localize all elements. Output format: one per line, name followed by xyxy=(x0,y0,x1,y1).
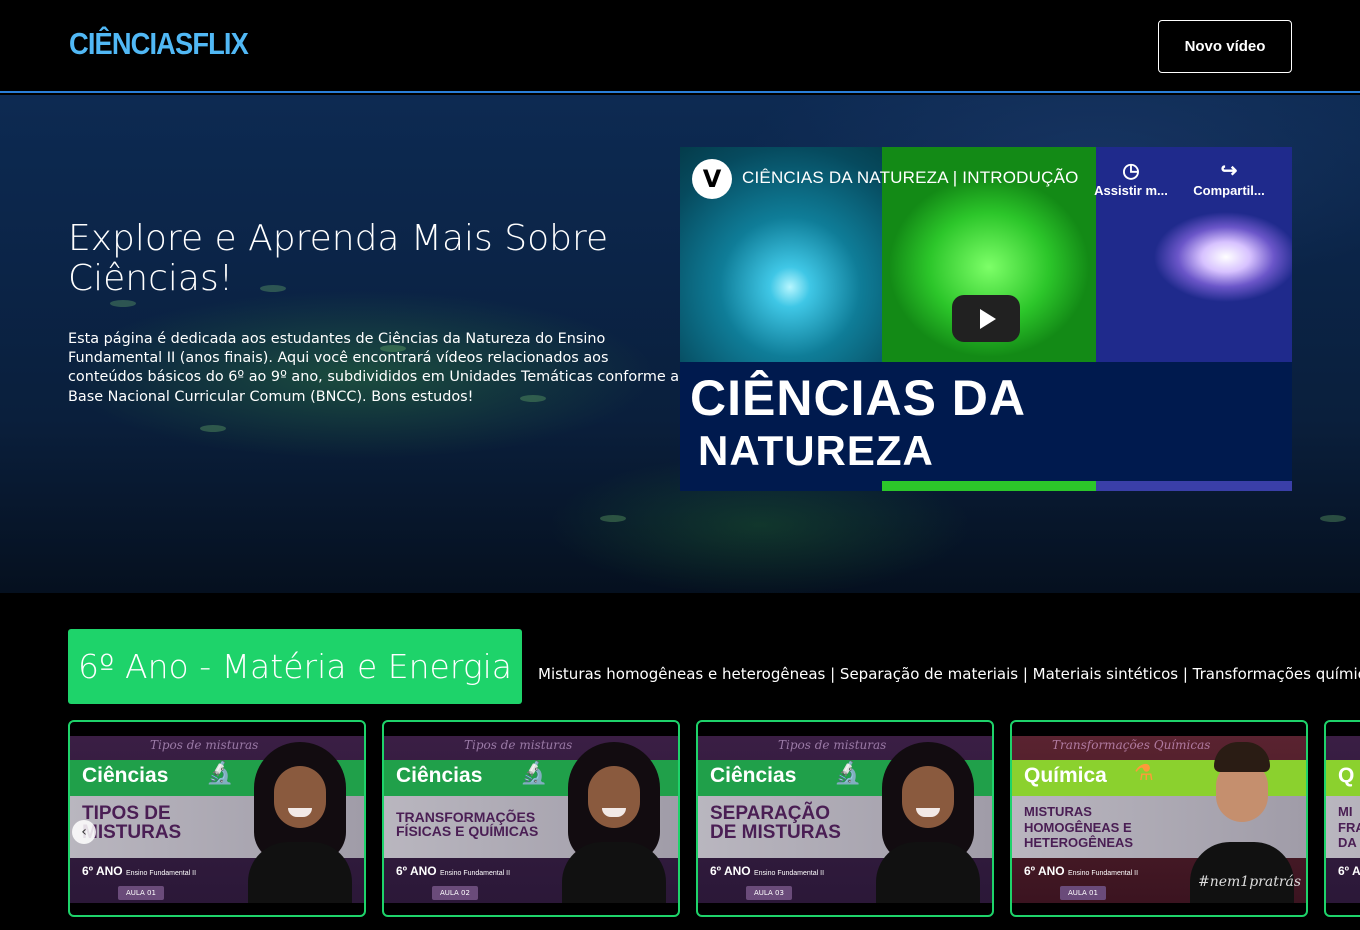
clock-icon: ◷ xyxy=(1122,160,1140,182)
channel-logo[interactable]: V xyxy=(692,159,732,199)
video-card[interactable]: Tipos de misturas Ciências 🔬 SEPARAÇÃO D… xyxy=(696,720,994,917)
teacher-body xyxy=(562,842,666,903)
grade-label: 6º ANO Ensino Fundamental II xyxy=(396,864,510,878)
topic-line: TRANSFORMAÇÕES xyxy=(396,809,536,825)
topic-label: TRANSFORMAÇÕES FÍSICAS E QUÍMICAS xyxy=(396,810,576,838)
video-card[interactable]: Tipos de misturas Ciências 🔬 TRANSFORMAÇ… xyxy=(382,720,680,917)
video-card[interactable]: Tipos de misturas Ciências 🔬 TIPOS DE MI… xyxy=(68,720,366,917)
lesson-badge: AULA 02 xyxy=(432,886,478,900)
video-strip xyxy=(1096,481,1292,491)
grade-text: 6º ANO xyxy=(82,864,123,878)
lesson-badge: AULA 01 xyxy=(1060,886,1106,900)
subject-label: Q xyxy=(1338,764,1355,787)
share-button[interactable]: ↪ Compartil... xyxy=(1190,159,1268,198)
play-icon xyxy=(980,308,996,329)
background-fish xyxy=(1320,515,1346,522)
hashtag-label: #nem1pratrás xyxy=(1198,874,1302,890)
topic-label: TIPOS DE MISTURAS xyxy=(82,804,262,842)
teacher-body xyxy=(876,842,980,903)
watch-later-label: Assistir m... xyxy=(1094,183,1168,198)
new-video-button[interactable]: Novo vídeo xyxy=(1158,20,1292,73)
share-icon: ↪ xyxy=(1220,160,1238,182)
thumbnail-header: Transformações Químicas xyxy=(1052,738,1211,752)
background-fish xyxy=(200,425,226,432)
topic-line: HOMOGÊNEAS E xyxy=(1024,819,1132,835)
video-thumbnail: Tipos de misturas Ciências 🔬 TIPOS DE MI… xyxy=(70,736,364,903)
teacher-face xyxy=(902,766,954,828)
video-strip xyxy=(882,481,1096,491)
topic-label: MI FRA DA xyxy=(1338,804,1360,851)
topic-line: MI xyxy=(1338,804,1353,819)
video-card[interactable]: Transformações Químicas Química ⚗ MISTUR… xyxy=(1010,720,1308,917)
topic-label: SEPARAÇÃO DE MISTURAS xyxy=(710,804,890,842)
topic-line: MISTURAS xyxy=(82,822,182,843)
grade-label: 6º ANO Ensino Fundamental II xyxy=(1024,864,1138,878)
topic-line: FRA xyxy=(1338,819,1360,835)
teacher-face xyxy=(588,766,640,828)
grade-text: 6º ANO xyxy=(396,864,437,878)
teacher-photo xyxy=(876,742,980,903)
level-text: Ensino Fundamental II xyxy=(125,870,197,877)
hero-description: Esta página é dedicada aos estudantes de… xyxy=(68,331,680,405)
carousel-prev-arrow[interactable]: ‹ xyxy=(72,820,96,844)
topic-line: SEPARAÇÃO xyxy=(710,803,830,824)
thumbnail-header: Tipos de misturas xyxy=(464,738,573,752)
background-fish xyxy=(600,515,626,522)
subject-label: Ciências xyxy=(710,764,797,787)
topic-line: MISTURAS xyxy=(1024,804,1092,819)
thumbnail-header: Tipos de misturas xyxy=(150,738,259,752)
video-title[interactable]: CIÊNCIAS DA NATUREZA | INTRODUÇÃO xyxy=(742,168,1079,188)
lesson-badge: AULA 01 xyxy=(118,886,164,900)
video-card[interactable]: Q MI FRA DA 6º A xyxy=(1324,720,1360,917)
microscope-icon: 🔬 xyxy=(834,761,862,786)
teacher-hair xyxy=(1214,742,1270,772)
subject-label: Ciências xyxy=(396,764,483,787)
video-player[interactable]: V CIÊNCIAS DA NATUREZA | INTRODUÇÃO ◷ As… xyxy=(680,147,1292,491)
share-label: Compartil... xyxy=(1193,183,1265,198)
grade-label: 6º ANO Ensino Fundamental II xyxy=(710,864,824,878)
play-button[interactable] xyxy=(952,295,1020,342)
video-thumbnail: Tipos de misturas Ciências 🔬 TRANSFORMAÇ… xyxy=(384,736,678,903)
subject-label: Ciências xyxy=(82,764,169,787)
topic-label: MISTURAS HOMOGÊNEAS E HETEROGÊNEAS xyxy=(1024,804,1204,851)
grade-text: 6º ANO xyxy=(710,864,751,878)
video-thumbnail: Transformações Químicas Química ⚗ MISTUR… xyxy=(1012,736,1306,903)
subject-label: Química xyxy=(1024,764,1107,787)
level-text: Ensino Fundamental II xyxy=(1067,870,1139,877)
background-fish xyxy=(110,300,136,307)
section-topics: Misturas homogêneas e heterogêneas | Sep… xyxy=(538,665,1360,683)
topic-line: DE MISTURAS xyxy=(710,822,841,843)
video-thumbnail: Tipos de misturas Ciências 🔬 SEPARAÇÃO D… xyxy=(698,736,992,903)
watch-later-button[interactable]: ◷ Assistir m... xyxy=(1092,159,1170,198)
teacher-photo xyxy=(562,742,666,903)
level-text: Ensino Fundamental II xyxy=(753,870,825,877)
video-overlay-title-line1: CIÊNCIAS DA xyxy=(690,370,1027,426)
site-logo[interactable]: CIÊNCIASFLIX xyxy=(69,26,249,62)
microscope-icon: 🔬 xyxy=(520,761,548,786)
microscope-icon: 🔬 xyxy=(206,761,234,786)
lesson-badge: AULA 03 xyxy=(746,886,792,900)
grade-text: 6º ANO xyxy=(1024,864,1065,878)
video-thumbnail: Q MI FRA DA 6º A xyxy=(1326,736,1360,903)
teacher-face xyxy=(274,766,326,828)
hero-banner: Explore e Aprenda Mais Sobre Ciências! E… xyxy=(0,95,1360,593)
hero-title: Explore e Aprenda Mais Sobre Ciências! xyxy=(68,218,609,299)
teacher-body xyxy=(248,842,352,903)
topic-line: HETEROGÊNEAS xyxy=(1024,835,1134,851)
level-text: Ensino Fundamental II xyxy=(439,870,511,877)
teacher-photo xyxy=(248,742,352,903)
grade-label: 6º A xyxy=(1338,864,1360,878)
grade-label: 6º ANO Ensino Fundamental II xyxy=(82,864,196,878)
site-header: CIÊNCIASFLIX Novo vídeo xyxy=(0,0,1360,93)
grade-section: 6º Ano - Matéria e Energia Misturas homo… xyxy=(0,593,1360,930)
section-title: 6º Ano - Matéria e Energia xyxy=(68,629,522,704)
topic-line: FÍSICAS E QUÍMICAS xyxy=(396,823,539,839)
topic-line: DA xyxy=(1338,835,1357,851)
topic-line: TIPOS DE xyxy=(82,803,171,824)
thumbnail-header: Tipos de misturas xyxy=(778,738,887,752)
teacher-body xyxy=(1190,842,1294,903)
flask-icon: ⚗ xyxy=(1134,761,1154,786)
video-overlay-title-line2: NATUREZA xyxy=(698,427,934,474)
